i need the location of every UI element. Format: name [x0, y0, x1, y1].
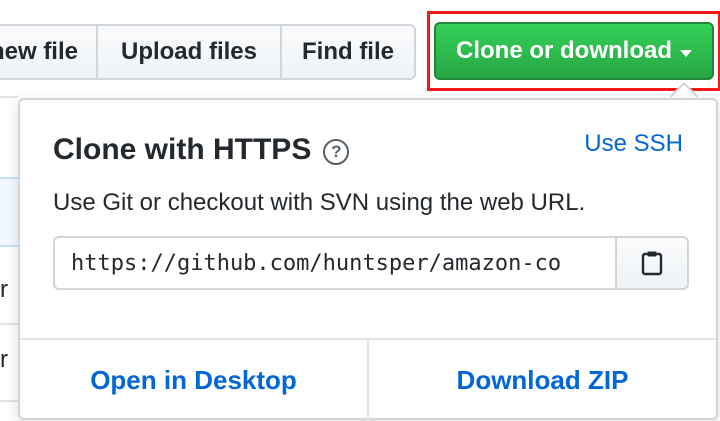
create-new-file-label: Create new file	[0, 38, 78, 65]
popover-title: Clone with HTTPS	[53, 133, 312, 166]
clone-popover: Clone with HTTPS ? Use SSH Use Git or ch…	[18, 98, 718, 420]
find-file-button[interactable]: Find file	[282, 24, 416, 80]
download-zip-button[interactable]: Download ZIP	[369, 340, 716, 420]
background-highlight-row	[0, 177, 18, 247]
copy-url-button[interactable]	[615, 236, 689, 290]
use-ssh-link[interactable]: Use SSH	[584, 130, 683, 158]
background-row-text: r	[0, 346, 8, 373]
popover-footer: Open in Desktop Download ZIP	[20, 338, 716, 420]
clone-url-input[interactable]	[53, 236, 615, 290]
popover-description: Use Git or checkout with SVN using the w…	[53, 189, 586, 216]
background-divider	[0, 323, 18, 325]
open-in-desktop-button[interactable]: Open in Desktop	[20, 340, 369, 420]
clone-or-download-label: Clone or download	[456, 37, 672, 64]
create-new-file-button[interactable]: Create new file	[0, 24, 98, 80]
background-divider	[0, 400, 18, 402]
clone-or-download-button[interactable]: Clone or download	[434, 22, 714, 80]
background-row-text: r	[0, 276, 8, 303]
clone-url-group	[53, 236, 689, 290]
caret-down-icon	[680, 49, 692, 57]
question-circle-icon[interactable]: ?	[323, 139, 350, 165]
clipboard-icon	[641, 251, 663, 276]
popover-header: Clone with HTTPS ?	[53, 133, 350, 167]
upload-files-button[interactable]: Upload files	[98, 24, 282, 80]
background-divider	[0, 96, 18, 98]
file-actions-toolbar: Create new file Upload files Find file	[0, 24, 416, 80]
